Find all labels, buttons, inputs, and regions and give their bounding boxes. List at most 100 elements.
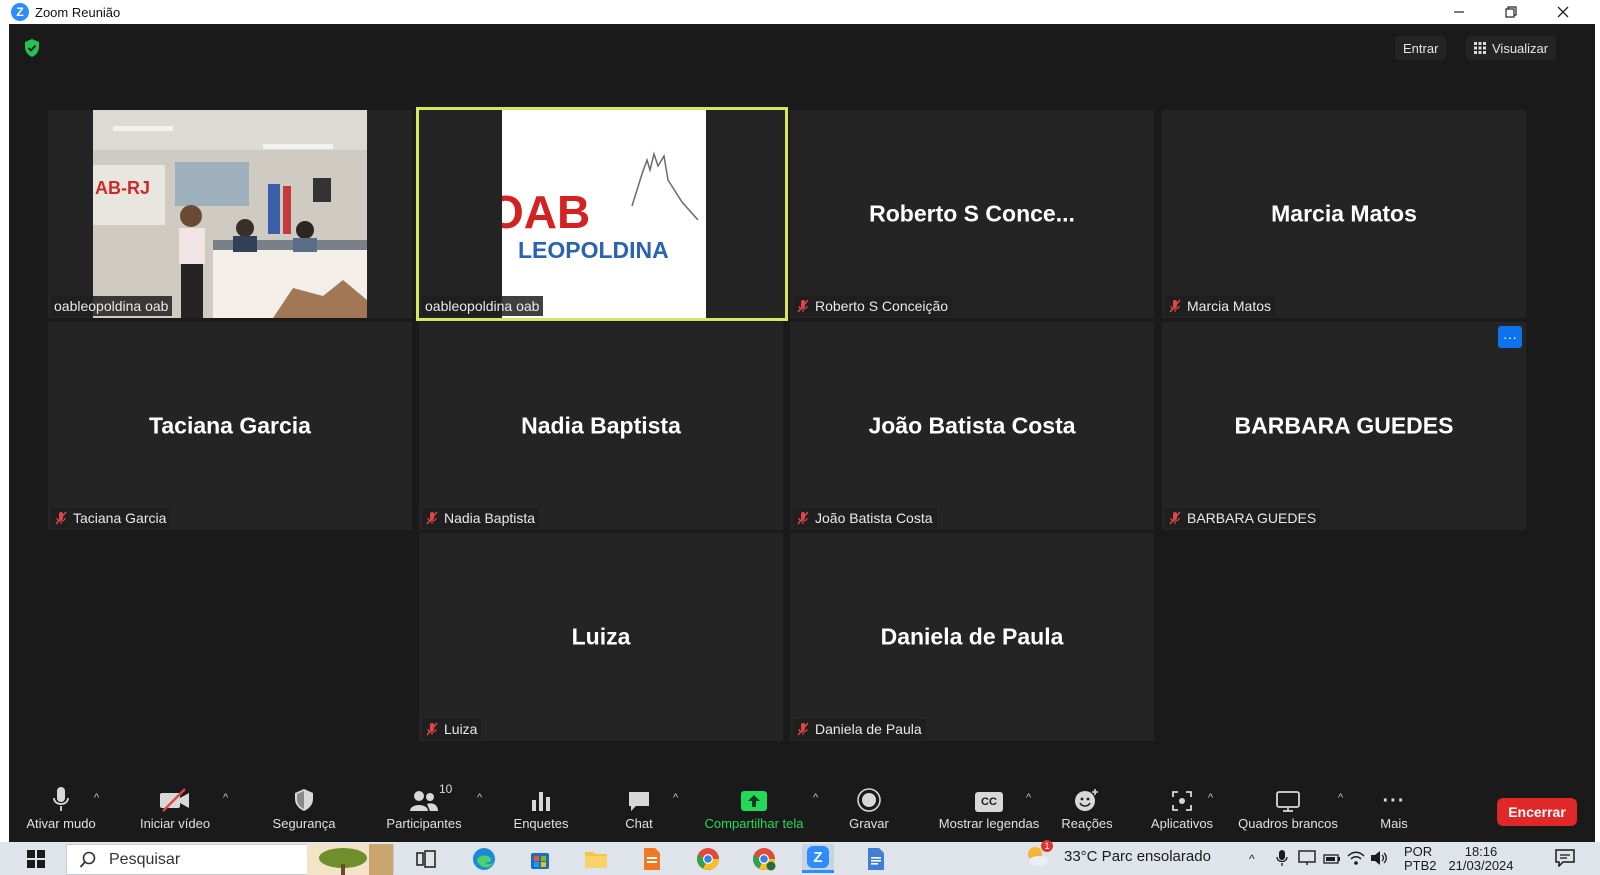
participant-display-name: Marcia Matos — [1271, 200, 1417, 227]
whiteboards-options-caret[interactable]: ^ — [1338, 792, 1343, 804]
participant-display-name: BARBARA GUEDES — [1234, 412, 1454, 439]
share-options-caret[interactable]: ^ — [813, 792, 818, 804]
participant-tile[interactable]: João Batista Costa João Batista Costa — [790, 322, 1154, 530]
restore-button[interactable] — [1488, 0, 1534, 24]
document-app-button[interactable] — [638, 846, 666, 872]
end-meeting-label: Encerrar — [1508, 804, 1566, 820]
mic-muted-icon — [797, 722, 809, 736]
participant-tile[interactable]: Taciana Garcia Taciana Garcia — [48, 322, 412, 530]
participant-name: Marcia Matos — [1187, 298, 1272, 314]
emoji-icon — [1075, 789, 1098, 811]
zoom-icon-letter: Z — [813, 849, 822, 866]
unmute-label: Ativar mudo — [26, 816, 96, 831]
participant-tile[interactable]: ··· BARBARA GUEDES BARBARA GUEDES — [1162, 322, 1526, 530]
logo-sub-text: LEOPOLDINA — [518, 237, 669, 263]
participant-tile[interactable]: Luiza Luiza — [419, 533, 783, 741]
participants-count: 10 — [439, 782, 453, 796]
close-icon — [1557, 6, 1569, 18]
participant-display-name: Nadia Baptista — [521, 412, 681, 439]
captions-icon: CC — [975, 792, 1003, 812]
microphone-icon — [53, 787, 69, 811]
record-button[interactable]: Gravar — [839, 782, 899, 842]
video-options-caret[interactable]: ^ — [223, 792, 228, 804]
folder-icon — [585, 852, 607, 868]
weather-badge: 1 — [1041, 840, 1053, 852]
notification-center-button[interactable] — [1555, 849, 1575, 870]
end-meeting-button[interactable]: Encerrar — [1497, 798, 1577, 826]
task-view-button[interactable] — [412, 846, 440, 872]
participant-display-name: Roberto S Conce... — [869, 200, 1075, 227]
show-captions-button[interactable]: CC Mostrar legendas — [929, 782, 1049, 842]
minimize-button[interactable] — [1436, 0, 1482, 24]
mic-muted-icon — [797, 299, 809, 313]
apps-label: Aplicativos — [1150, 816, 1214, 831]
search-placeholder: Pesquisar — [109, 850, 181, 868]
wifi-tray-icon[interactable] — [1347, 850, 1365, 869]
orange-document-icon — [644, 848, 660, 870]
participants-icon — [410, 791, 438, 811]
captions-options-caret[interactable]: ^ — [1026, 792, 1031, 804]
zoom-icon: Z — [807, 846, 829, 868]
share-screen-button[interactable]: Compartilhar tela — [699, 782, 809, 842]
edge-browser-button[interactable] — [470, 846, 498, 872]
chrome-profile-button[interactable] — [750, 846, 778, 872]
battery-tray-icon[interactable] — [1323, 852, 1341, 868]
start-video-label: Iniciar vídeo — [139, 816, 211, 831]
show-hidden-icons-chevron[interactable]: ^ — [1249, 852, 1255, 866]
participant-name-label: oableopoldina oab — [51, 296, 173, 316]
search-icon — [79, 851, 96, 868]
share-screen-label: Compartilhar tela — [704, 816, 804, 831]
taskbar-search-box[interactable]: Pesquisar — [66, 844, 394, 875]
mic-muted-icon — [1169, 511, 1181, 525]
zoom-taskbar-button[interactable]: Z — [802, 844, 834, 873]
display-tray-icon[interactable] — [1298, 850, 1316, 869]
chat-button[interactable]: Chat — [609, 782, 669, 842]
apps-button[interactable]: Aplicativos — [1142, 782, 1222, 842]
start-video-button[interactable]: Iniciar vídeo — [135, 782, 215, 842]
participant-name-label: oableopoldina oab — [422, 296, 544, 316]
participant-display-name: João Batista Costa — [868, 412, 1076, 439]
weather-text: 33°C Parc ensolarado — [1064, 848, 1211, 865]
apps-options-caret[interactable]: ^ — [1208, 792, 1213, 804]
unmute-button[interactable]: Ativar mudo — [23, 782, 99, 842]
more-dots-icon: ··· — [1382, 790, 1406, 812]
participants-button[interactable]: 10 Participantes — [379, 782, 469, 842]
more-button[interactable]: ··· Mais — [1369, 782, 1419, 842]
reactions-button[interactable]: Reações — [1057, 782, 1117, 842]
enter-button[interactable]: Entrar — [1395, 36, 1447, 60]
chat-options-caret[interactable]: ^ — [673, 792, 678, 804]
room-video-feed: AB-RJ — [93, 110, 367, 318]
participant-tile[interactable]: AB-RJ oableopoldina oab — [48, 110, 412, 318]
file-explorer-button[interactable] — [582, 846, 610, 872]
keyboard-layout: PTB2 — [1404, 858, 1437, 873]
mic-muted-icon — [426, 511, 438, 525]
participant-name-label: BARBARA GUEDES — [1165, 508, 1321, 528]
participant-name: João Batista Costa — [815, 510, 933, 526]
whiteboards-button[interactable]: Quadros brancos — [1233, 782, 1343, 842]
microphone-tray-icon[interactable] — [1276, 849, 1288, 870]
tile-more-options-button[interactable]: ··· — [1498, 326, 1522, 348]
audio-options-caret[interactable]: ^ — [94, 792, 99, 804]
polls-button[interactable]: Enquetes — [506, 782, 576, 842]
store-button[interactable] — [526, 846, 554, 872]
taskbar-clock[interactable]: 18:16 21/03/2024 — [1446, 845, 1516, 873]
participant-tile-active-speaker[interactable]: OAB LEOPOLDINA oableopoldina oab — [416, 107, 788, 321]
windows-start-icon[interactable] — [27, 850, 45, 868]
show-captions-label: Mostrar legendas — [938, 816, 1040, 831]
mic-muted-icon — [1169, 299, 1181, 313]
keyboard-language[interactable]: POR PTB2 — [1404, 845, 1437, 873]
participants-options-caret[interactable]: ^ — [477, 792, 482, 804]
participant-tile[interactable]: Nadia Baptista Nadia Baptista — [419, 322, 783, 530]
participant-tile[interactable]: Marcia Matos Marcia Matos — [1162, 110, 1526, 318]
participant-name-label: Luiza — [422, 719, 482, 739]
volume-tray-icon[interactable] — [1370, 850, 1388, 869]
participant-tile[interactable]: Roberto S Conce... Roberto S Conceição — [790, 110, 1154, 318]
notepad-button[interactable] — [862, 846, 890, 872]
shield-icon[interactable] — [23, 38, 41, 58]
participant-tile[interactable]: Daniela de Paula Daniela de Paula — [790, 533, 1154, 741]
close-window-button[interactable] — [1540, 0, 1586, 24]
window-titlebar: Z Zoom Reunião — [0, 0, 1600, 24]
security-button[interactable]: Segurança — [264, 782, 344, 842]
view-button[interactable]: Visualizar — [1466, 36, 1557, 60]
chrome-button[interactable] — [694, 846, 722, 872]
